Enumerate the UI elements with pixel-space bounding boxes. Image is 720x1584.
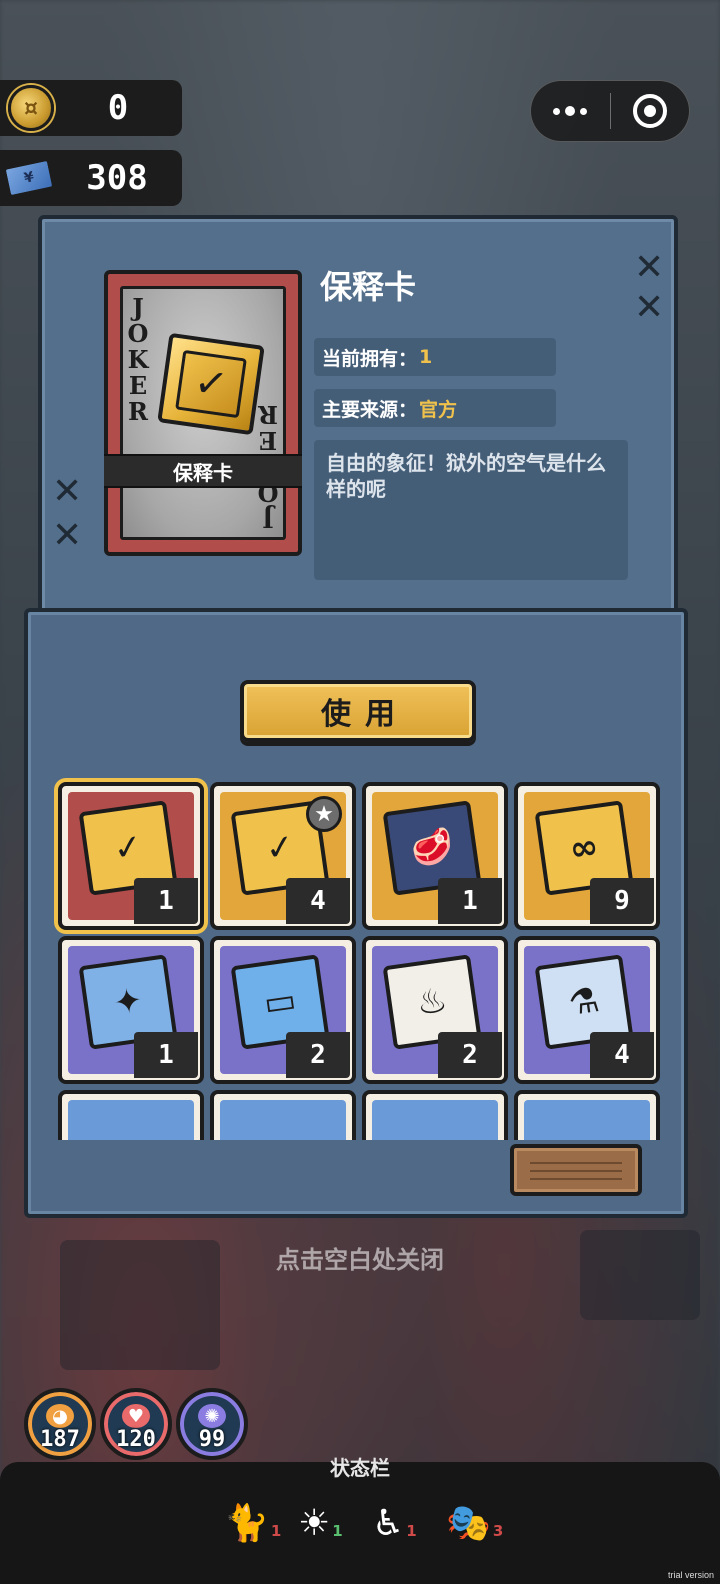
scroll-handle[interactable] [510, 1144, 642, 1196]
slot-background [220, 1100, 346, 1140]
stat-value: 99 [198, 1427, 226, 1452]
heart-icon: ♥ [122, 1404, 150, 1428]
slot-background [68, 1100, 194, 1140]
stat-health[interactable]: ♥ 120 [100, 1388, 172, 1460]
pacman-icon: ◕ [46, 1404, 74, 1428]
status-count: 1 [332, 1522, 343, 1540]
joker-vertical-text: JOKER [127, 293, 149, 426]
item-count: 2 [438, 1032, 502, 1078]
coin-counter: ¤ 0 [0, 80, 182, 136]
item-count: 4 [590, 1032, 654, 1078]
item-count: 1 [438, 878, 502, 924]
alarm-status-icon: ☀ [298, 1503, 331, 1544]
brain-icon: ✺ [198, 1404, 226, 1428]
x-decoration-icon: ✕ [634, 287, 665, 328]
source-row: 主要来源： 官方 [314, 389, 556, 427]
status-bar-title: 状态栏 [330, 1456, 390, 1480]
stat-value: 187 [40, 1427, 80, 1452]
more-dots-icon [553, 106, 588, 116]
more-button[interactable] [531, 81, 610, 141]
item-count: 1 [134, 1032, 198, 1078]
ticket-counter: ¥ 308 [0, 150, 182, 206]
ticket-value: 308 [86, 158, 148, 198]
coin-value: 0 [107, 88, 129, 128]
inventory-slot-bail-card-star[interactable]: ✓ ★ 4 [210, 782, 356, 930]
owned-value: 1 [419, 346, 433, 368]
owned-row: 当前拥有： 1 [314, 338, 556, 376]
use-button[interactable]: 使用 [240, 680, 476, 742]
stat-hunger[interactable]: ◕ 187 [24, 1388, 96, 1460]
inventory-slot-partial-item-3[interactable] [362, 1090, 508, 1140]
item-count: 9 [590, 878, 654, 924]
coin-icon: ¤ [8, 85, 54, 131]
item-card-preview: JOKER JOKER ✓ 保释卡 [104, 270, 302, 556]
slot-background [524, 1100, 650, 1140]
slot-background [372, 1100, 498, 1140]
status-item-mask[interactable]: 🎭 3 [446, 1490, 503, 1542]
status-count: 3 [492, 1522, 504, 1540]
inventory-slot-ribbon-card[interactable]: ∞ 9 [514, 782, 660, 930]
inventory-slot-steak-card[interactable]: 🥩 1 [362, 782, 508, 930]
tired-status-icon: ♿ [372, 1503, 405, 1544]
inventory-slot-bail-card[interactable]: ✓ 1 [58, 782, 204, 930]
status-item-tired[interactable]: ♿ 1 [372, 1490, 417, 1542]
x-decoration-icon: ✕ [634, 247, 665, 288]
miniprogram-capsule [530, 80, 690, 142]
stat-sanity[interactable]: ✺ 99 [176, 1388, 248, 1460]
owned-label: 当前拥有： [322, 347, 418, 370]
trial-version-label: trial version [667, 1570, 714, 1580]
item-count: 4 [286, 878, 350, 924]
status-count: 1 [270, 1522, 282, 1540]
x-decoration-icon: ✕ [52, 471, 83, 512]
close-hint: 点击空白处关闭 [276, 1246, 444, 1274]
item-title: 保释卡 [320, 268, 417, 306]
inventory-slot-partial-item-4[interactable] [514, 1090, 660, 1140]
stat-value: 120 [116, 1427, 156, 1452]
inventory-slot-partial-item-2[interactable] [210, 1090, 356, 1140]
mask-status-icon: 🎭 [446, 1503, 491, 1544]
inventory-slot-medicine-kit[interactable]: ⚗ 4 [514, 936, 660, 1084]
status-item-cat[interactable]: 🐈 1 [224, 1490, 281, 1542]
inventory-slot-flame-box[interactable]: ♨ 2 [362, 936, 508, 1084]
joker-letter: J [132, 293, 144, 322]
close-miniprogram-button[interactable] [611, 81, 690, 141]
inventory-slot-blue-ticket[interactable]: ✦ 1 [58, 936, 204, 1084]
status-count: 1 [406, 1522, 417, 1540]
checkmark-icon: ✓ [175, 350, 247, 418]
inventory-slot-sunglasses-id[interactable]: ▭ 2 [210, 936, 356, 1084]
bail-card-shield-icon: ✓ [157, 332, 265, 436]
cat-status-icon: 🐈 [224, 1503, 269, 1544]
x-decoration-icon: ✕ [52, 515, 83, 556]
ticket-icon: ¥ [3, 158, 55, 198]
item-count: 2 [286, 1032, 350, 1078]
status-item-alarm[interactable]: ☀ 1 [298, 1490, 343, 1542]
item-count: 1 [134, 878, 198, 924]
inventory-grid[interactable]: ✓ 1 ✓ ★ 4 🥩 1 ∞ 9 ✦ 1 ▭ 2 ♨ 2 ⚗ 4 [52, 778, 664, 1140]
source-value: 官方 [419, 398, 458, 421]
card-face: JOKER JOKER ✓ [120, 286, 286, 540]
star-badge-icon: ★ [306, 796, 342, 832]
inventory-slot-partial-item-1[interactable] [58, 1090, 204, 1140]
source-label: 主要来源： [322, 398, 418, 421]
card-label: 保释卡 [104, 454, 302, 488]
item-description: 自由的象征！狱外的空气是什么样的呢 [314, 440, 628, 580]
target-close-icon [632, 94, 667, 128]
